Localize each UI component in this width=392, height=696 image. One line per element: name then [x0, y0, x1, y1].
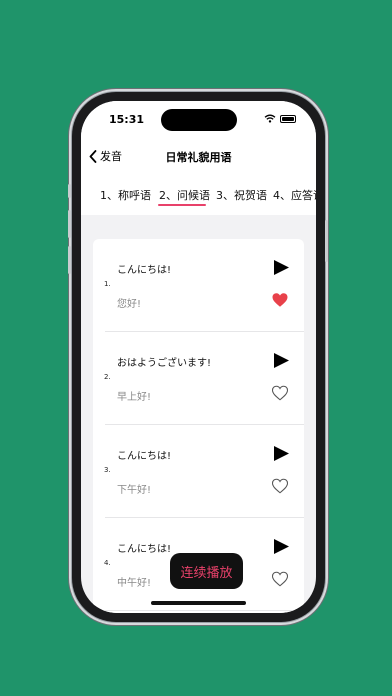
- tab-active-indicator: [158, 204, 206, 206]
- tab-bar: 1、称呼语 2、问候语 3、祝贺语 4、应答语: [81, 175, 316, 215]
- wifi-icon: [264, 114, 276, 123]
- play-icon[interactable]: [273, 445, 290, 462]
- item-number: 1.: [104, 280, 111, 288]
- status-bar: 15:31: [81, 101, 316, 139]
- japanese-text: こんにちは!: [117, 265, 172, 276]
- item-number: 3.: [104, 466, 111, 474]
- page-title: 日常礼貌用语: [165, 151, 232, 164]
- tab-1[interactable]: 1、称呼语: [100, 187, 151, 203]
- item-number: 4.: [104, 559, 111, 567]
- chinese-text: 您好!: [117, 299, 142, 310]
- play-icon[interactable]: [273, 538, 290, 555]
- divider: [105, 610, 304, 611]
- heart-icon[interactable]: [271, 291, 289, 309]
- power-button: [325, 220, 328, 262]
- dynamic-island: [161, 109, 237, 131]
- heart-icon[interactable]: [271, 477, 289, 495]
- heart-icon[interactable]: [271, 384, 289, 402]
- play-icon[interactable]: [273, 259, 290, 276]
- chinese-text: 中午好!: [117, 578, 152, 589]
- japanese-text: おはようございます!: [117, 358, 212, 369]
- tab-3[interactable]: 3、祝贺语: [216, 187, 267, 203]
- heart-icon[interactable]: [271, 570, 289, 588]
- tab-2[interactable]: 2、问候语: [159, 187, 210, 203]
- list-item: 1. こんにちは! 您好!: [93, 239, 304, 332]
- status-time: 15:31: [109, 113, 145, 126]
- nav-bar: 发音 日常礼貌用语: [81, 139, 316, 175]
- tab-4[interactable]: 4、应答语: [273, 187, 316, 203]
- continuous-play-button[interactable]: 连续播放: [170, 553, 243, 589]
- japanese-text: こんにちは!: [117, 544, 172, 555]
- play-icon[interactable]: [273, 352, 290, 369]
- item-number: 2.: [104, 373, 111, 381]
- list-item: 2. おはようございます! 早上好!: [93, 332, 304, 425]
- volume-up-button: [68, 210, 71, 238]
- list-item: 3. こんにちは! 下午好!: [93, 425, 304, 518]
- chinese-text: 早上好!: [117, 392, 152, 403]
- screen: 15:31 发音 日常礼貌用语 1、称呼语 2、问候语 3、祝贺语 4、应答语: [81, 101, 316, 613]
- mute-switch: [68, 184, 71, 198]
- battery-icon: [280, 115, 296, 123]
- volume-down-button: [68, 246, 71, 274]
- japanese-text: こんにちは!: [117, 451, 172, 462]
- chinese-text: 下午好!: [117, 485, 152, 496]
- phone-frame: 15:31 发音 日常礼貌用语 1、称呼语 2、问候语 3、祝贺语 4、应答语: [68, 92, 328, 622]
- home-indicator[interactable]: [151, 601, 246, 605]
